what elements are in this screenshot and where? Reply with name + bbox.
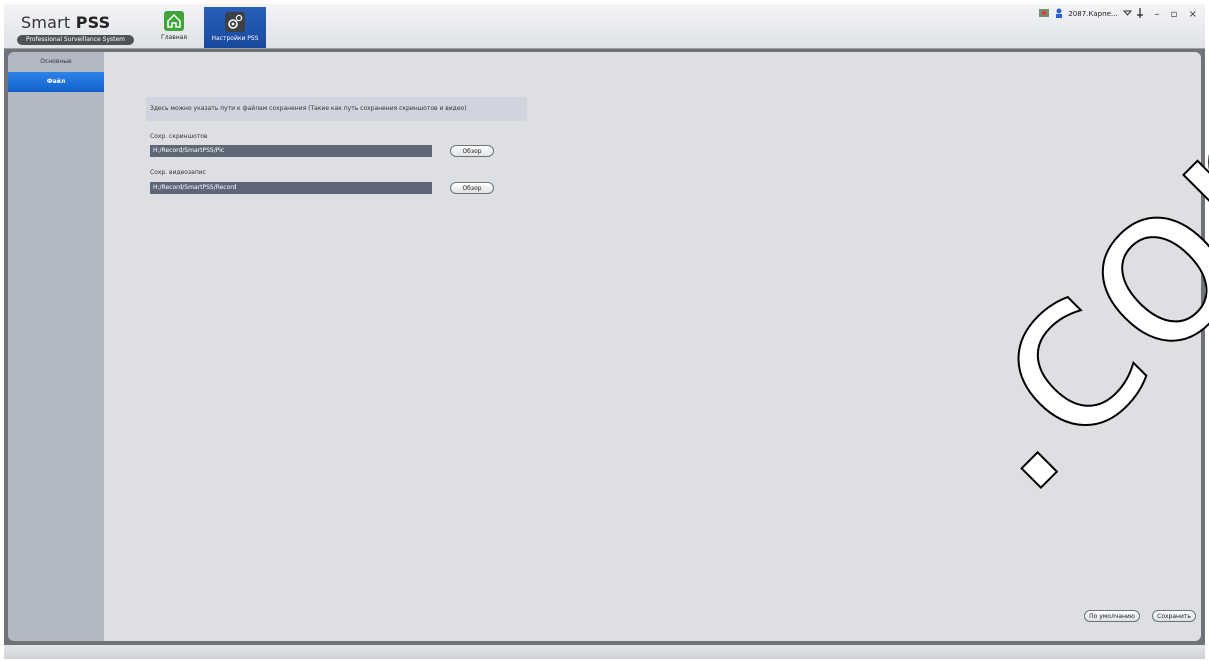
save-button[interactable]: Сохранить bbox=[1152, 610, 1196, 622]
settings-panel: Здесь можно указать пути к файлам сохран… bbox=[104, 52, 1201, 641]
network-icon[interactable] bbox=[1038, 7, 1050, 21]
tab-pss-settings[interactable]: Настройки PSS bbox=[204, 7, 266, 48]
video-path-field[interactable] bbox=[150, 182, 432, 194]
chevron-down-icon[interactable] bbox=[1122, 9, 1132, 19]
status-bar bbox=[4, 645, 1205, 659]
app-subtitle: Professional Surveillance System bbox=[17, 35, 134, 45]
pin-icon[interactable] bbox=[1137, 8, 1144, 20]
sidebar-item-file[interactable]: Файл bbox=[8, 72, 104, 92]
home-icon bbox=[164, 11, 184, 31]
video-label: Сохр. видеозапис bbox=[150, 169, 206, 176]
tab-pss-settings-label: Настройки PSS bbox=[211, 35, 259, 42]
tab-home[interactable]: Главная bbox=[152, 7, 196, 48]
screenshots-label: Сохр. скриншотов bbox=[150, 133, 208, 140]
screenshots-path-field[interactable] bbox=[150, 145, 432, 157]
user-name[interactable]: 2087.Карпе... bbox=[1068, 10, 1117, 18]
app-window: Smart PSS Professional Surveillance Syst… bbox=[4, 4, 1205, 659]
maximize-button[interactable]: ▫ bbox=[1171, 9, 1178, 20]
browse-screenshots-button[interactable]: Обзор bbox=[450, 145, 494, 157]
sidebar-item-general[interactable]: Основные bbox=[8, 52, 104, 72]
info-message: Здесь можно указать пути к файлам сохран… bbox=[146, 97, 527, 121]
app-title: Smart PSS bbox=[21, 13, 111, 32]
default-button[interactable]: По умолчанию bbox=[1084, 610, 1140, 622]
close-button[interactable]: × bbox=[1189, 9, 1197, 20]
browse-video-button[interactable]: Обзор bbox=[450, 182, 494, 194]
gear-icon bbox=[225, 12, 245, 32]
system-tray: 2087.Карпе... – ▫ × bbox=[1035, 7, 1197, 23]
title-bar: Smart PSS Professional Surveillance Syst… bbox=[4, 4, 1205, 49]
user-icon[interactable] bbox=[1055, 7, 1063, 21]
minimize-button[interactable]: – bbox=[1154, 9, 1159, 20]
tab-home-label: Главная bbox=[161, 34, 187, 41]
sidebar: Основные Файл bbox=[8, 52, 104, 641]
